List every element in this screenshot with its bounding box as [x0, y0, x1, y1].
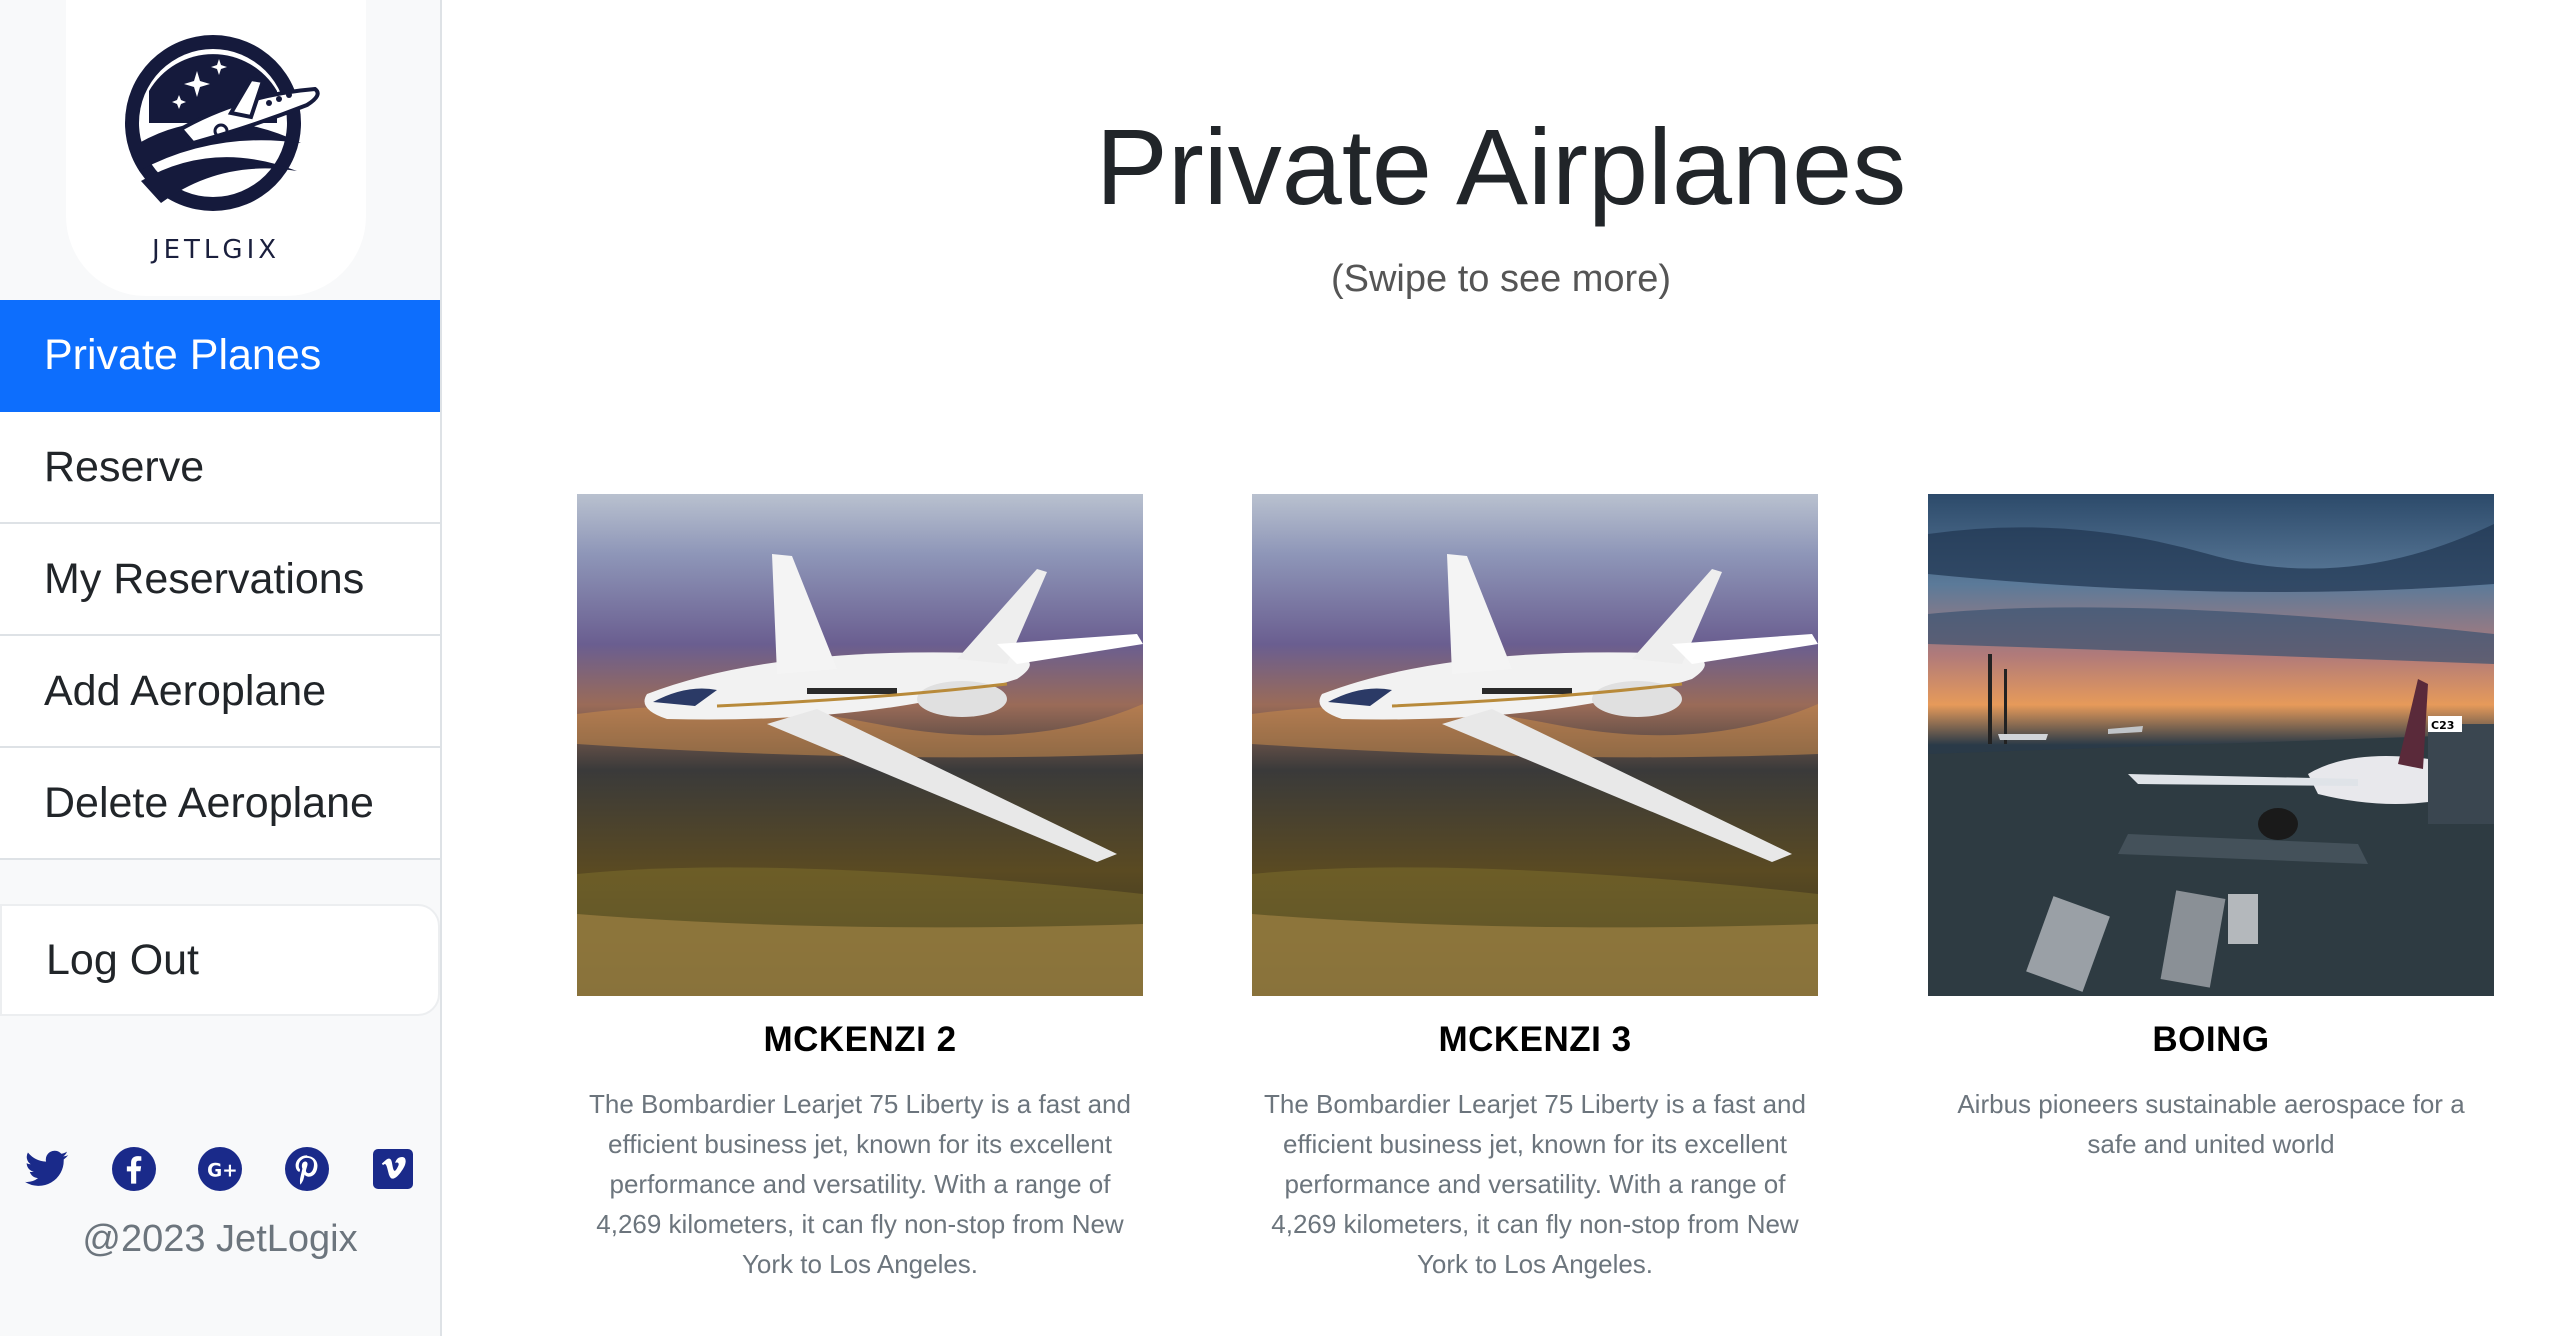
jet-logo-icon — [125, 35, 320, 211]
main-content: Private Airplanes (Swipe to see more) MC… — [442, 0, 2560, 1336]
sidebar-item-reserve[interactable]: Reserve — [0, 412, 440, 524]
plane-description: Airbus pioneers sustainable aerospace fo… — [1957, 1089, 2465, 1159]
social-links: G+ — [20, 1146, 420, 1192]
brand-logo[interactable]: JETLGIX — [66, 0, 366, 296]
plane-card[interactable]: C23 BOING Airbus pioneers sustainable ae… — [1928, 494, 2494, 1164]
sidebar-item-private-planes[interactable]: Private Planes — [0, 300, 440, 412]
sidebar: JETLGIX Private Planes Reserve My Reserv… — [0, 0, 442, 1336]
pinterest-icon[interactable] — [284, 1146, 330, 1192]
page-title: Private Airplanes — [1095, 106, 1907, 227]
sidebar-item-add-aeroplane[interactable]: Add Aeroplane — [0, 636, 440, 748]
sidebar-item-my-reservations[interactable]: My Reservations — [0, 524, 440, 636]
swipe-hint: (Swipe to see more) — [1330, 258, 1671, 300]
plane-name: BOING — [2152, 1020, 2270, 1059]
plane-card[interactable]: MCKENZI 3 The Bombardier Learjet 75 Libe… — [1252, 494, 1818, 1284]
plane-name: MCKENZI 2 — [763, 1020, 957, 1059]
svg-text:G+: G+ — [207, 1160, 237, 1181]
app-root: JETLGIX Private Planes Reserve My Reserv… — [0, 0, 2560, 1336]
gate-label: C23 — [2431, 719, 2454, 732]
twitter-icon[interactable] — [24, 1146, 70, 1192]
plane-image — [577, 494, 1143, 996]
plane-description: The Bombardier Learjet 75 Liberty is a f… — [1264, 1089, 1806, 1279]
google-plus-icon[interactable]: G+ — [197, 1146, 243, 1192]
sidebar-item-delete-aeroplane[interactable]: Delete Aeroplane — [0, 748, 440, 860]
logout-button[interactable]: Log Out — [0, 904, 440, 1016]
plane-image — [1252, 494, 1818, 996]
brand-logo-text: JETLGIX — [151, 235, 281, 265]
plane-name: MCKENZI 3 — [1438, 1020, 1632, 1059]
facebook-icon[interactable] — [111, 1146, 157, 1192]
plane-description: The Bombardier Learjet 75 Liberty is a f… — [589, 1089, 1131, 1279]
plane-image: C23 — [1928, 494, 2494, 996]
copyright-text: @2023 JetLogix — [82, 1218, 358, 1260]
sidebar-nav: Private Planes Reserve My Reservations A… — [0, 300, 440, 860]
plane-card[interactable]: MCKENZI 2 The Bombardier Learjet 75 Libe… — [577, 494, 1143, 1284]
vimeo-icon[interactable] — [370, 1146, 416, 1192]
